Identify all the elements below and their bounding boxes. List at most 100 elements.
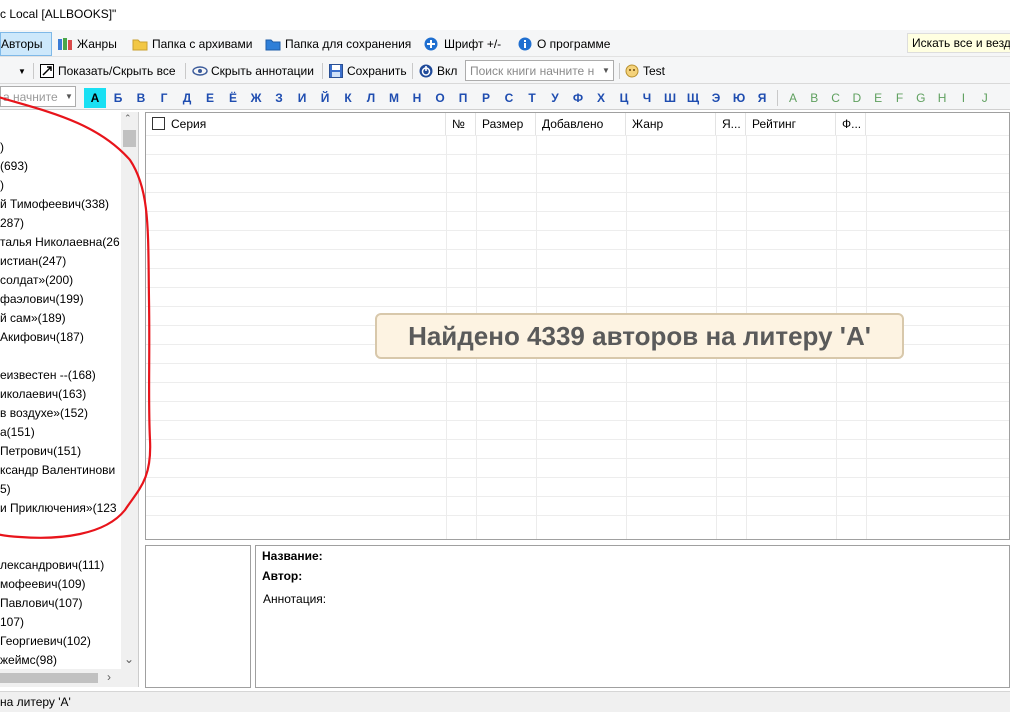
author-filter-input[interactable]: а начните ▼ [0,86,76,107]
letter-button[interactable]: Ч [636,88,658,108]
latin-letter-button[interactable]: F [889,88,911,108]
menu-authors[interactable]: Авторы [0,32,52,56]
save-button[interactable]: Сохранить [329,61,407,81]
letter-button[interactable]: Е [199,88,221,108]
menu-about[interactable]: О программе [517,34,610,54]
letter-button[interactable]: П [452,88,474,108]
letter-button[interactable]: Ш [659,88,681,108]
column-header-genre[interactable]: Жанр [626,113,716,135]
author-list-item[interactable]: в воздухе»(152) [0,404,121,423]
letter-button[interactable]: Н [406,88,428,108]
author-list-item[interactable]: а(151) [0,423,121,442]
letter-button[interactable]: Ц [613,88,635,108]
letter-button[interactable]: М [383,88,405,108]
letter-button[interactable]: Й [314,88,336,108]
author-list-item[interactable]: й сам»(189) [0,309,121,328]
test-button[interactable]: Test [625,61,665,81]
vertical-scroll-thumb[interactable] [123,130,136,147]
authors-vertical-scrollbar[interactable]: ⌃ ⌄ [121,112,138,669]
letter-button[interactable]: З [268,88,290,108]
author-list-item[interactable]: Павлович(107) [0,594,121,613]
author-list-item[interactable]: лександрович(111) [0,556,121,575]
author-list-item[interactable]: Петрович(151) [0,442,121,461]
letter-button[interactable]: О [429,88,451,108]
author-list-item[interactable]: иколаевич(163) [0,385,121,404]
letter-button[interactable]: Т [521,88,543,108]
chevron-down-icon[interactable]: ▼ [63,87,75,106]
column-header-number[interactable]: № [446,113,476,135]
author-list-item[interactable]: еизвестен --(168) [0,366,121,385]
latin-letter-button[interactable]: D [846,88,868,108]
power-toggle-button[interactable]: Вкл [419,61,457,81]
horizontal-scroll-thumb[interactable] [0,673,98,683]
scroll-right-icon[interactable]: › [107,670,111,684]
scroll-up-icon[interactable]: ⌃ [124,113,132,124]
author-list-item[interactable]: Георгиевич(102) [0,632,121,651]
letter-button[interactable]: Ж [245,88,267,108]
letter-button[interactable]: К [337,88,359,108]
author-list-item[interactable]: (693) [0,157,121,176]
letter-button[interactable]: Э [705,88,727,108]
author-list-item[interactable]: ) [0,138,121,157]
letter-button[interactable]: Щ [682,88,704,108]
latin-letter-button[interactable]: H [931,88,953,108]
menu-font[interactable]: Шрифт +/- [424,34,501,54]
author-list-item[interactable]: и Приключения»(123 [0,499,121,518]
author-list-item[interactable]: солдат»(200) [0,271,121,290]
select-all-checkbox[interactable] [152,117,165,130]
column-header-format[interactable]: Ф... [836,113,866,135]
author-list-item[interactable]: 107) [0,613,121,632]
author-list-item[interactable]: жеймс(98) [0,651,121,670]
column-header-series[interactable]: Серия [146,113,446,135]
column-header-added[interactable]: Добавлено [536,113,626,135]
letter-button[interactable]: Ф [567,88,589,108]
scroll-down-icon[interactable]: ⌄ [124,652,134,666]
author-list-item[interactable]: 287) [0,214,121,233]
column-header-size[interactable]: Размер [476,113,536,135]
author-list-item[interactable] [0,537,121,556]
author-list-item[interactable]: мофеевич(109) [0,575,121,594]
letter-button[interactable]: И [291,88,313,108]
author-list-item[interactable]: ) [0,176,121,195]
letter-button[interactable]: Я [751,88,773,108]
author-list-item[interactable]: 5) [0,480,121,499]
show-hide-all-button[interactable]: Показать/Скрыть все [40,61,176,81]
letter-button[interactable]: С [498,88,520,108]
latin-letter-button[interactable]: A [782,88,804,108]
latin-letter-button[interactable]: C [825,88,847,108]
chevron-down-icon[interactable]: ▼ [599,61,613,80]
latin-letter-button[interactable]: G [910,88,932,108]
letter-button[interactable]: Ё [222,88,244,108]
author-list-item[interactable] [0,347,121,366]
latin-letter-button[interactable]: I [952,88,974,108]
latin-letter-button[interactable]: J [974,88,996,108]
menu-genres[interactable]: Жанры [57,34,117,54]
letter-button[interactable]: Ю [728,88,750,108]
letter-button[interactable]: Х [590,88,612,108]
letter-button[interactable]: Г [153,88,175,108]
letter-button[interactable]: В [130,88,152,108]
letter-button[interactable]: А [84,88,106,108]
toolbar-dropdown[interactable]: ▼ [0,61,30,81]
latin-letter-button[interactable]: B [803,88,825,108]
author-list-item[interactable]: ксандр Валентинови [0,461,121,480]
latin-letter-button[interactable]: E [867,88,889,108]
column-header-language[interactable]: Я... [716,113,746,135]
book-search-input[interactable]: Поиск книги начните н ▼ [465,60,614,81]
author-list-item[interactable]: й Тимофеевич(338) [0,195,121,214]
author-list-item[interactable]: талья Николаевна(26 [0,233,121,252]
author-list-item[interactable]: истиан(247) [0,252,121,271]
column-header-rating[interactable]: Рейтинг [746,113,836,135]
menu-save-folder[interactable]: Папка для сохранения [265,34,411,54]
letter-button[interactable]: Б [107,88,129,108]
letter-button[interactable]: Р [475,88,497,108]
menu-archives-folder[interactable]: Папка с архивами [132,34,252,54]
letter-button[interactable]: Л [360,88,382,108]
search-all-box[interactable]: Искать все и везде [907,33,1010,53]
author-list-item[interactable]: Акифович(187) [0,328,121,347]
author-list-item[interactable] [0,518,121,537]
letter-button[interactable]: Д [176,88,198,108]
hide-annotations-button[interactable]: Скрыть аннотации [192,61,314,81]
author-list-item[interactable]: фаэлович(199) [0,290,121,309]
letter-button[interactable]: У [544,88,566,108]
